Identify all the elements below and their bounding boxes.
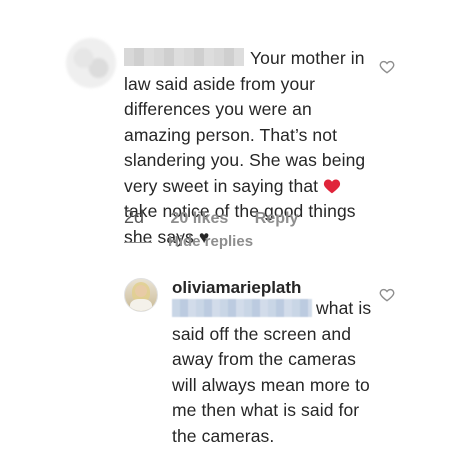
reply-username[interactable]: oliviamarieplath <box>172 278 301 298</box>
comment-1-text-line1: Your mother in <box>250 48 365 68</box>
username-redacted[interactable] <box>124 48 244 66</box>
red-heart-emoji-icon <box>323 176 341 193</box>
hide-replies-label: Hide replies <box>168 233 254 250</box>
avatar-redacted[interactable] <box>66 38 116 88</box>
reply-body: what is said off the screen and away fro… <box>172 296 372 449</box>
likes-count[interactable]: 20 likes <box>170 210 228 227</box>
reply-text: what is said off the screen and away fro… <box>172 298 372 446</box>
comment-age: 2d <box>124 207 145 227</box>
hide-replies-button[interactable]: Hide replies <box>124 233 253 250</box>
like-heart-icon[interactable] <box>379 288 395 302</box>
reply-button[interactable]: Reply <box>255 210 299 227</box>
avatar[interactable] <box>124 278 158 312</box>
like-heart-icon[interactable] <box>379 60 395 74</box>
mention-redacted[interactable] <box>172 299 312 317</box>
divider-line <box>124 241 152 243</box>
comment-1-meta: 2d 20 likes Reply <box>124 207 298 228</box>
